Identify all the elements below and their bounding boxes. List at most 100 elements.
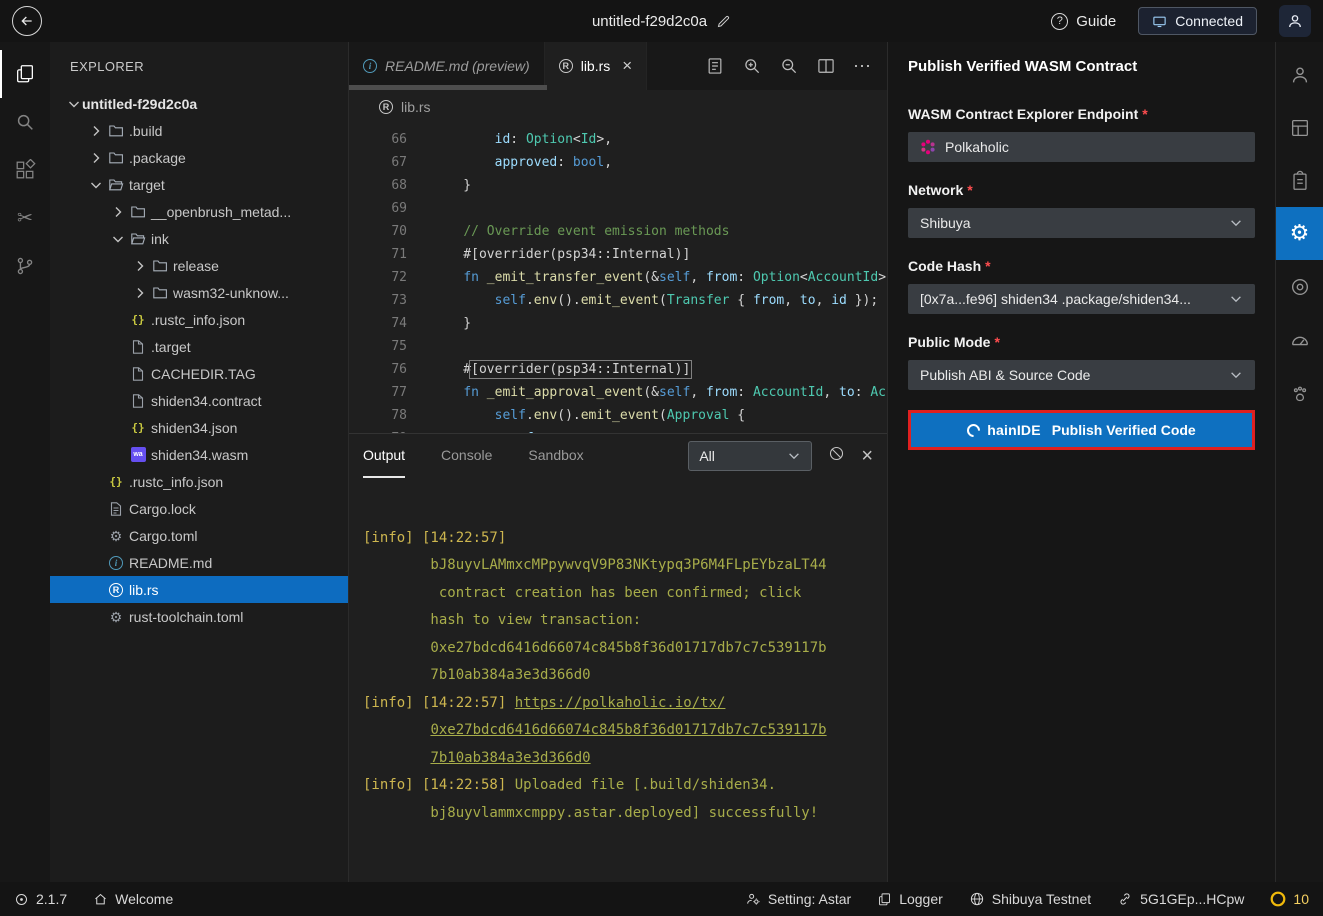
log-link[interactable]: https://polkaholic.io/tx/ [515,695,726,711]
code-hash-label: Code Hash [908,258,981,274]
connected-badge[interactable]: Connected [1138,7,1257,35]
endpoint-field[interactable]: Polkaholic [908,132,1255,162]
network-select[interactable]: Shibuya [908,208,1255,238]
line-number: 75 [349,335,407,358]
tree-item-cachedir-tag[interactable]: CACHEDIR.TAG [50,360,348,387]
log-link[interactable]: 7b10ab384a3e3d366d0 [430,750,590,766]
zoom-out-icon[interactable] [779,56,799,76]
zoom-in-icon[interactable] [742,56,762,76]
tree-item-ink[interactable]: ink [50,225,348,252]
log-line: [info] [14:22:57] https://polkaholic.io/… [363,690,887,718]
scissors-icon[interactable]: ✂ [0,194,50,242]
services-icon[interactable] [1276,260,1323,313]
more-actions-icon[interactable]: ⋯ [853,57,871,75]
tree-item-rust-toolchain-toml[interactable]: ⚙rust-toolchain.toml [50,603,348,630]
tree-item-shiden34-wasm[interactable]: washiden34.wasm [50,441,348,468]
indent-spacer [88,474,104,490]
tree-item--rustc-info-json[interactable]: {}.rustc_info.json [50,306,348,333]
tree-item--rustc-info-json[interactable]: {}.rustc_info.json [50,468,348,495]
tree-item-readme-md[interactable]: iREADME.md [50,549,348,576]
log-link[interactable]: 0xe27bdcd6416d66074c845b8f36d01717db7c7c… [430,722,826,738]
rust-icon: R [379,100,393,114]
rust-icon: R [559,59,573,73]
log-output[interactable]: [info] [14:22:57] bJ8uyvLAMmxcMPpywvqV9P… [349,470,887,883]
guide-button[interactable]: ? Guide [1051,13,1116,30]
balance-item[interactable]: 10 [1270,891,1309,907]
split-editor-icon[interactable] [816,56,836,76]
tree-item-shiden34-contract[interactable]: shiden34.contract [50,387,348,414]
tree-item-wasm32-unknow-[interactable]: wasm32-unknow... [50,279,348,306]
gauge-icon[interactable] [1276,313,1323,366]
code-line-72: 72 fn _emit_transfer_event(&self, from: … [349,266,887,289]
outline-icon[interactable] [705,56,725,76]
folder-icon [106,150,126,166]
tree-item--openbrush-metad-[interactable]: __openbrush_metad... [50,198,348,225]
log-filter-select[interactable]: All [688,441,812,471]
chevron-down-icon [110,231,126,247]
wasm-icon: wa [128,447,148,462]
line-number: 78 [349,404,407,427]
explorer-icon[interactable] [0,50,50,98]
git-branch-icon[interactable] [0,242,50,290]
templates-icon[interactable] [1276,101,1323,154]
globe-icon [969,891,985,907]
clipboard-icon[interactable] [1276,154,1323,207]
account-item[interactable]: 5G1GEp...HCpw [1117,891,1244,907]
titlebar: untitled-f29d2c0a ? Guide Connected [0,0,1323,42]
chainide-brand-rest: hainIDE [987,422,1041,438]
public-mode-select[interactable]: Publish ABI & Source Code [908,360,1255,390]
log-line: [info] [14:22:57] [363,525,887,553]
sandbox-icon[interactable] [1276,366,1323,419]
chevron-down-icon [88,177,104,193]
tree-item-release[interactable]: release [50,252,348,279]
version-item[interactable]: 2.1.7 [14,891,67,907]
close-panel-icon[interactable]: × [861,446,873,466]
log-line: contract creation has been confirmed; cl… [363,580,887,608]
folder-icon [128,204,148,220]
editor-tabbar: iREADME.md (preview)Rlib.rs× ⋯ [349,42,887,90]
clear-log-icon[interactable] [828,445,845,467]
welcome-item[interactable]: Welcome [93,891,173,907]
network-item[interactable]: Shibuya Testnet [969,891,1091,907]
tree-item--build[interactable]: .build [50,117,348,144]
log-line: 0xe27bdcd6416d66074c845b8f36d01717db7c7c… [363,717,887,745]
search-icon[interactable] [0,98,50,146]
line-number: 74 [349,312,407,335]
breadcrumb[interactable]: R lib.rs [349,90,887,124]
tab-scrollbar[interactable] [349,85,547,90]
indent-spacer [110,420,126,436]
back-button[interactable] [12,6,42,36]
accounts-icon[interactable] [1276,48,1323,101]
main-area: ✂ EXPLORER untitled-f29d2c0a.build.packa… [0,42,1323,882]
code-hash-select[interactable]: [0x7a...fe96] shiden34 .package/shiden34… [908,284,1255,314]
extensions-icon[interactable] [0,146,50,194]
editor-column: iREADME.md (preview)Rlib.rs× ⋯ R lib.rs … [349,42,887,882]
endpoint-label: WASM Contract Explorer Endpoint [908,106,1138,122]
setting-item[interactable]: Setting: Astar [745,891,851,907]
version-icon [14,892,29,907]
rename-pencil-icon[interactable] [716,14,731,29]
settings-icon[interactable]: ⚙ [1276,207,1323,260]
output-panel: OutputConsoleSandbox All × [info] [14:22… [349,433,887,883]
tree-item-lib-rs[interactable]: Rlib.rs [50,576,348,603]
tree-item-untitled-f29d2c0a[interactable]: untitled-f29d2c0a [50,90,348,117]
editor-tab-actions: ⋯ [705,42,887,90]
logger-item[interactable]: Logger [877,891,943,907]
tab-lib-rs[interactable]: Rlib.rs× [545,42,648,90]
tree-item-label: CACHEDIR.TAG [151,366,256,382]
publish-verified-code-button[interactable]: hainIDE Publish Verified Code [911,413,1252,447]
close-icon[interactable]: × [622,56,632,76]
tree-item-cargo-lock[interactable]: Cargo.lock [50,495,348,522]
code-editor[interactable]: 66 id: Option<Id>,67 approved: bool,68 }… [349,124,887,433]
tree-item-label: release [173,258,219,274]
tab-readme-md-preview-[interactable]: iREADME.md (preview) [349,42,545,90]
tree-item--target[interactable]: .target [50,333,348,360]
indent-spacer [88,609,104,625]
tree-item-cargo-toml[interactable]: ⚙Cargo.toml [50,522,348,549]
publish-button-label: Publish Verified Code [1052,422,1196,438]
tree-item-shiden34-json[interactable]: {}shiden34.json [50,414,348,441]
tree-item--package[interactable]: .package [50,144,348,171]
avatar[interactable] [1279,5,1311,37]
tree-item-target[interactable]: target [50,171,348,198]
chevron-down-icon [1229,292,1243,306]
